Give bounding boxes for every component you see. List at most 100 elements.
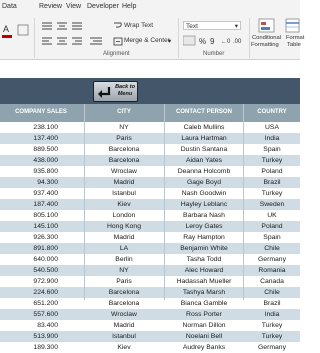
cell-contact-person[interactable]: Ross Porter — [166, 310, 242, 319]
cell-contact-person[interactable]: Deanna Holcomb — [166, 167, 242, 176]
cell-city[interactable]: Kiev — [86, 343, 162, 352]
conditional-label[interactable]: Conditional — [252, 35, 281, 41]
table-row[interactable]: 889.500 Barcelona Dustin Santana Spain — [0, 144, 300, 155]
cell-city[interactable]: Barcelona — [86, 156, 162, 165]
table-row[interactable]: 972.900 Paris Hadassah Mueller Canada — [0, 276, 300, 287]
chevron-down-icon[interactable]: ▾ — [168, 37, 171, 45]
cell-country[interactable]: Germany — [244, 255, 300, 264]
cell-company-sales[interactable]: 83.400 — [0, 321, 58, 330]
cell-company-sales[interactable]: 891.800 — [0, 244, 58, 253]
cell-company-sales[interactable]: 805.100 — [0, 211, 58, 220]
cell-country[interactable]: Canada — [244, 277, 300, 286]
tab-data[interactable]: Data — [2, 3, 17, 10]
table-row[interactable]: 891.800 LA Benjamin White Chile — [0, 243, 300, 254]
cell-contact-person[interactable]: Caleb Mullins — [166, 123, 242, 132]
cell-city[interactable]: LA — [86, 244, 162, 253]
table-row[interactable]: 640.000 Berlin Tasha Todd Germany — [0, 254, 300, 265]
cell-contact-person[interactable]: Hadassah Mueller — [166, 277, 242, 286]
cell-city[interactable]: Berlin — [86, 255, 162, 264]
cell-city[interactable]: Madrid — [86, 178, 162, 187]
font-color-icon[interactable]: A — [2, 21, 32, 45]
cell-country[interactable]: Brazil — [244, 178, 300, 187]
format-as-table-icon[interactable] — [285, 18, 300, 34]
cell-company-sales[interactable]: 926.300 — [0, 233, 58, 242]
cell-company-sales[interactable]: 972.900 — [0, 277, 58, 286]
table-row[interactable]: 540.500 NY Alec Howard Romania — [0, 265, 300, 276]
cell-contact-person[interactable]: Audrey Banks — [166, 343, 242, 352]
cell-country[interactable]: Spain — [244, 233, 300, 242]
cell-city[interactable]: Istanbul — [86, 189, 162, 198]
table-row[interactable]: 926.300 Madrid Ray Hampton Spain — [0, 232, 300, 243]
cell-country[interactable]: India — [244, 310, 300, 319]
cell-city[interactable]: Madrid — [86, 321, 162, 330]
format-as-label[interactable]: Format — [286, 35, 304, 41]
cell-country[interactable]: Turkey — [244, 156, 300, 165]
cell-company-sales[interactable]: 540.500 — [0, 266, 58, 275]
cell-city[interactable]: NY — [86, 123, 162, 132]
cell-city[interactable]: Istanbul — [86, 332, 162, 341]
cell-contact-person[interactable]: Gage Boyd — [166, 178, 242, 187]
cell-company-sales[interactable]: 935.800 — [0, 167, 58, 176]
cell-city[interactable]: Paris — [86, 134, 162, 143]
cell-company-sales[interactable]: 889.500 — [0, 145, 58, 154]
cell-contact-person[interactable]: Noelani Bell — [166, 332, 242, 341]
cell-country[interactable]: Germany — [244, 343, 300, 352]
cell-city[interactable]: Barcelona — [86, 145, 162, 154]
cell-company-sales[interactable]: 224.600 — [0, 288, 58, 297]
table-row[interactable]: 189.300 Kiev Audrey Banks Germany — [0, 342, 300, 353]
cell-city[interactable]: Kiev — [86, 200, 162, 209]
table-row[interactable]: 805.100 London Barbara Nash UK — [0, 210, 300, 221]
cell-company-sales[interactable]: 937.400 — [0, 189, 58, 198]
table-row[interactable]: 937.400 Istanbul Nash Goodwin Turkey — [0, 188, 300, 199]
cell-country[interactable]: Spain — [244, 145, 300, 154]
table-row[interactable]: 935.800 Wroclaw Deanna Holcomb Poland — [0, 166, 300, 177]
cell-country[interactable]: Poland — [244, 222, 300, 231]
cell-company-sales[interactable]: 189.300 — [0, 343, 58, 352]
tab-developer[interactable]: Developer — [87, 3, 119, 10]
table-row[interactable]: 187.400 Kiev Hayley Leblanc Sweden — [0, 199, 300, 210]
table-row[interactable]: 557.600 Wroclaw Ross Porter India — [0, 309, 300, 320]
cell-country[interactable]: UK — [244, 211, 300, 220]
cell-country[interactable]: USA — [244, 123, 300, 132]
cell-city[interactable]: Barcelona — [86, 299, 162, 308]
number-format-icons[interactable]: % 9 ←0 .00 — [183, 35, 243, 47]
table-row[interactable]: 145.100 Hong Kong Leroy Gates Poland — [0, 221, 300, 232]
tab-view[interactable]: View — [66, 3, 81, 10]
cell-contact-person[interactable]: Tashya Marsh — [166, 288, 242, 297]
merge-center-button[interactable]: Merge & Center — [124, 37, 170, 44]
table-row[interactable]: 83.400 Madrid Norman Dillon Turkey — [0, 320, 300, 331]
cell-country[interactable]: Chile — [244, 244, 300, 253]
cell-city[interactable]: Hong Kong — [86, 222, 162, 231]
table-row[interactable]: 137.400 Paris Laura Hartman India — [0, 133, 300, 144]
cell-company-sales[interactable]: 137.400 — [0, 134, 58, 143]
cell-country[interactable]: India — [244, 134, 300, 143]
table-row[interactable]: 513.900 Istanbul Noelani Bell Turkey — [0, 331, 300, 342]
tab-review[interactable]: Review — [39, 3, 62, 10]
cell-city[interactable]: London — [86, 211, 162, 220]
cell-company-sales[interactable]: 145.100 — [0, 222, 58, 231]
cell-contact-person[interactable]: Tasha Todd — [166, 255, 242, 264]
cell-country[interactable]: Romania — [244, 266, 300, 275]
cell-city[interactable]: Madrid — [86, 233, 162, 242]
cell-contact-person[interactable]: Nash Goodwin — [166, 189, 242, 198]
cell-contact-person[interactable]: Benjamin White — [166, 244, 242, 253]
cell-contact-person[interactable]: Leroy Gates — [166, 222, 242, 231]
conditional-formatting-icon[interactable] — [258, 18, 276, 34]
cell-city[interactable]: NY — [86, 266, 162, 275]
cell-country[interactable]: Turkey — [244, 332, 300, 341]
cell-country[interactable]: Brazil — [244, 299, 300, 308]
cell-country[interactable]: Chile — [244, 288, 300, 297]
cell-country[interactable]: Turkey — [244, 189, 300, 198]
table-row[interactable]: 438.000 Barcelona Aidan Yates Turkey — [0, 155, 300, 166]
cell-contact-person[interactable]: Alec Howard — [166, 266, 242, 275]
cell-city[interactable]: Paris — [86, 277, 162, 286]
cell-contact-person[interactable]: Ray Hampton — [166, 233, 242, 242]
cell-company-sales[interactable]: 640.000 — [0, 255, 58, 264]
align-icons[interactable] — [40, 21, 110, 47]
cell-contact-person[interactable]: Hayley Leblanc — [166, 200, 242, 209]
number-format-select[interactable]: Text ▾ — [183, 21, 241, 30]
table-row[interactable]: 94.300 Madrid Gage Boyd Brazil — [0, 177, 300, 188]
cell-country[interactable]: Poland — [244, 167, 300, 176]
cell-country[interactable]: Sweden — [244, 200, 300, 209]
table-label[interactable]: Table — [287, 42, 301, 48]
